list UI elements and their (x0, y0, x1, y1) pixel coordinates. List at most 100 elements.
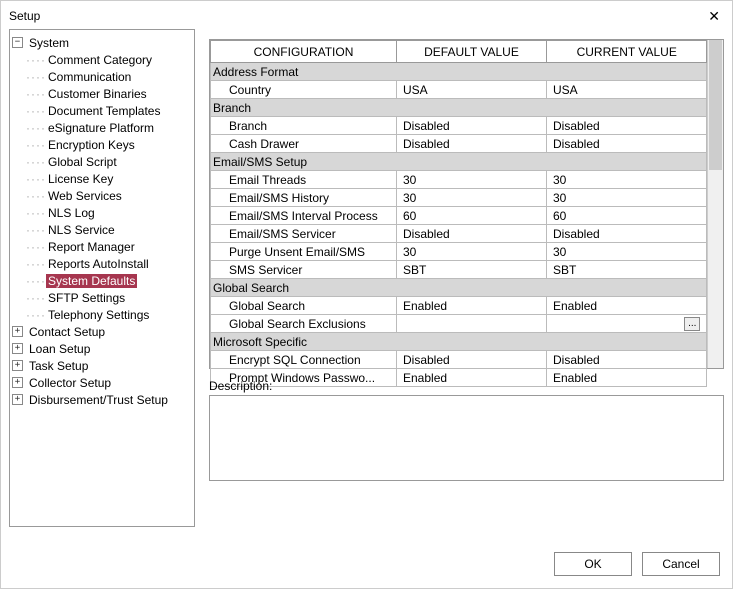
config-row[interactable]: Purge Unsent Email/SMS3030 (211, 243, 707, 261)
col-default-value[interactable]: DEFAULT VALUE (397, 41, 547, 63)
tree-node[interactable]: ····Customer Binaries (12, 85, 192, 102)
tree-label: Communication (46, 70, 133, 84)
tree-node[interactable]: + Disbursement/Trust Setup (12, 391, 192, 408)
config-row[interactable]: BranchDisabledDisabled (211, 117, 707, 135)
config-row[interactable]: Email Threads3030 (211, 171, 707, 189)
tree-node[interactable]: ····Encryption Keys (12, 136, 192, 153)
group-label: Global Search (211, 279, 707, 297)
tree-connector: ···· (26, 291, 46, 305)
tree-connector: ···· (26, 172, 46, 186)
description-box[interactable] (209, 395, 724, 481)
default-value-cell: USA (397, 81, 547, 99)
current-value-cell[interactable]: SBT (547, 261, 707, 279)
expand-icon[interactable]: + (12, 343, 23, 354)
tree-connector: ···· (26, 104, 46, 118)
close-icon[interactable]: ✕ (704, 8, 724, 25)
config-row[interactable]: Cash DrawerDisabledDisabled (211, 135, 707, 153)
group-label: Branch (211, 99, 707, 117)
default-value-cell (397, 315, 547, 333)
config-name-cell: Branch (211, 117, 397, 135)
config-row[interactable]: Encrypt SQL ConnectionDisabledDisabled (211, 351, 707, 369)
tree-node[interactable]: +Contact Setup (12, 323, 192, 340)
tree-node[interactable]: ····Report Manager (12, 238, 192, 255)
tree-connector: ···· (26, 240, 46, 254)
tree-node[interactable]: ····Global Script (12, 153, 192, 170)
tree-node[interactable]: ····Web Services (12, 187, 192, 204)
tree-node[interactable]: ····License Key (12, 170, 192, 187)
expand-icon[interactable]: + (12, 326, 23, 337)
config-group: Global Search (211, 279, 707, 297)
tree-node[interactable]: ····System Defaults (12, 272, 192, 289)
tree-connector: ···· (26, 121, 46, 135)
config-row[interactable]: Email/SMS ServicerDisabledDisabled (211, 225, 707, 243)
config-grid: CONFIGURATION DEFAULT VALUE CURRENT VALU… (209, 39, 724, 369)
browse-button[interactable]: ... (684, 317, 700, 331)
cancel-button[interactable]: Cancel (642, 552, 720, 576)
nav-tree: −System····Comment Category····Communica… (9, 29, 195, 527)
config-row[interactable]: Global SearchEnabledEnabled (211, 297, 707, 315)
config-row[interactable]: Email/SMS Interval Process6060 (211, 207, 707, 225)
tree-node[interactable]: + Task Setup (12, 357, 192, 374)
expand-icon[interactable]: + (12, 394, 23, 405)
grid-scrollbar[interactable] (707, 40, 723, 368)
tree-node[interactable]: ····NLS Log (12, 204, 192, 221)
tree-node-system[interactable]: −System (12, 34, 192, 51)
config-row[interactable]: Email/SMS History3030 (211, 189, 707, 207)
config-name-cell: Global Search (211, 297, 397, 315)
tree-label: Telephony Settings (46, 308, 151, 322)
config-name-cell: SMS Servicer (211, 261, 397, 279)
tree-label: Loan Setup (27, 342, 92, 356)
tree-connector: ···· (26, 87, 46, 101)
current-value-cell[interactable]: Disabled (547, 351, 707, 369)
tree-label: NLS Log (46, 206, 97, 220)
current-value-cell[interactable]: Disabled (547, 117, 707, 135)
current-value-cell[interactable]: ... (547, 315, 707, 333)
current-value-cell[interactable]: 30 (547, 189, 707, 207)
tree-label: Task Setup (27, 359, 90, 373)
group-label: Email/SMS Setup (211, 153, 707, 171)
current-value-cell[interactable]: 30 (547, 243, 707, 261)
col-configuration[interactable]: CONFIGURATION (211, 41, 397, 63)
col-current-value[interactable]: CURRENT VALUE (547, 41, 707, 63)
config-row[interactable]: CountryUSAUSA (211, 81, 707, 99)
config-name-cell: Purge Unsent Email/SMS (211, 243, 397, 261)
default-value-cell: 30 (397, 171, 547, 189)
expand-icon[interactable]: + (12, 360, 23, 371)
tree-node[interactable]: ····Telephony Settings (12, 306, 192, 323)
tree-connector: ···· (26, 206, 46, 220)
tree-label: Reports AutoInstall (46, 257, 151, 271)
tree-label: SFTP Settings (46, 291, 127, 305)
tree-node[interactable]: ····NLS Service (12, 221, 192, 238)
tree-node[interactable]: ····Reports AutoInstall (12, 255, 192, 272)
current-value-cell[interactable]: 60 (547, 207, 707, 225)
ok-button[interactable]: OK (554, 552, 632, 576)
current-value-cell[interactable]: Disabled (547, 225, 707, 243)
expand-icon[interactable]: + (12, 377, 23, 388)
tree-label: System (27, 36, 71, 50)
config-name-cell: Global Search Exclusions (211, 315, 397, 333)
collapse-icon[interactable]: − (12, 37, 23, 48)
config-row[interactable]: Global Search Exclusions... (211, 315, 707, 333)
current-value-cell[interactable]: USA (547, 81, 707, 99)
config-name-cell: Email/SMS History (211, 189, 397, 207)
tree-node[interactable]: ····Communication (12, 68, 192, 85)
tree-label: Report Manager (46, 240, 137, 254)
tree-node[interactable]: ····SFTP Settings (12, 289, 192, 306)
tree-label: Comment Category (46, 53, 154, 67)
tree-connector: ···· (26, 138, 46, 152)
config-name-cell: Email Threads (211, 171, 397, 189)
current-value-cell[interactable]: Enabled (547, 297, 707, 315)
current-value-cell[interactable]: 30 (547, 171, 707, 189)
tree-label: Disbursement/Trust Setup (27, 393, 170, 407)
tree-node[interactable]: ····Comment Category (12, 51, 192, 68)
current-value-cell[interactable]: Disabled (547, 135, 707, 153)
tree-node[interactable]: ····eSignature Platform (12, 119, 192, 136)
default-value-cell: Disabled (397, 135, 547, 153)
tree-node[interactable]: + Loan Setup (12, 340, 192, 357)
config-row[interactable]: SMS ServicerSBTSBT (211, 261, 707, 279)
tree-node[interactable]: + Collector Setup (12, 374, 192, 391)
tree-connector: ···· (26, 70, 46, 84)
tree-label: Collector Setup (27, 376, 113, 390)
description-label: Description: (209, 379, 724, 393)
tree-node[interactable]: ····Document Templates (12, 102, 192, 119)
